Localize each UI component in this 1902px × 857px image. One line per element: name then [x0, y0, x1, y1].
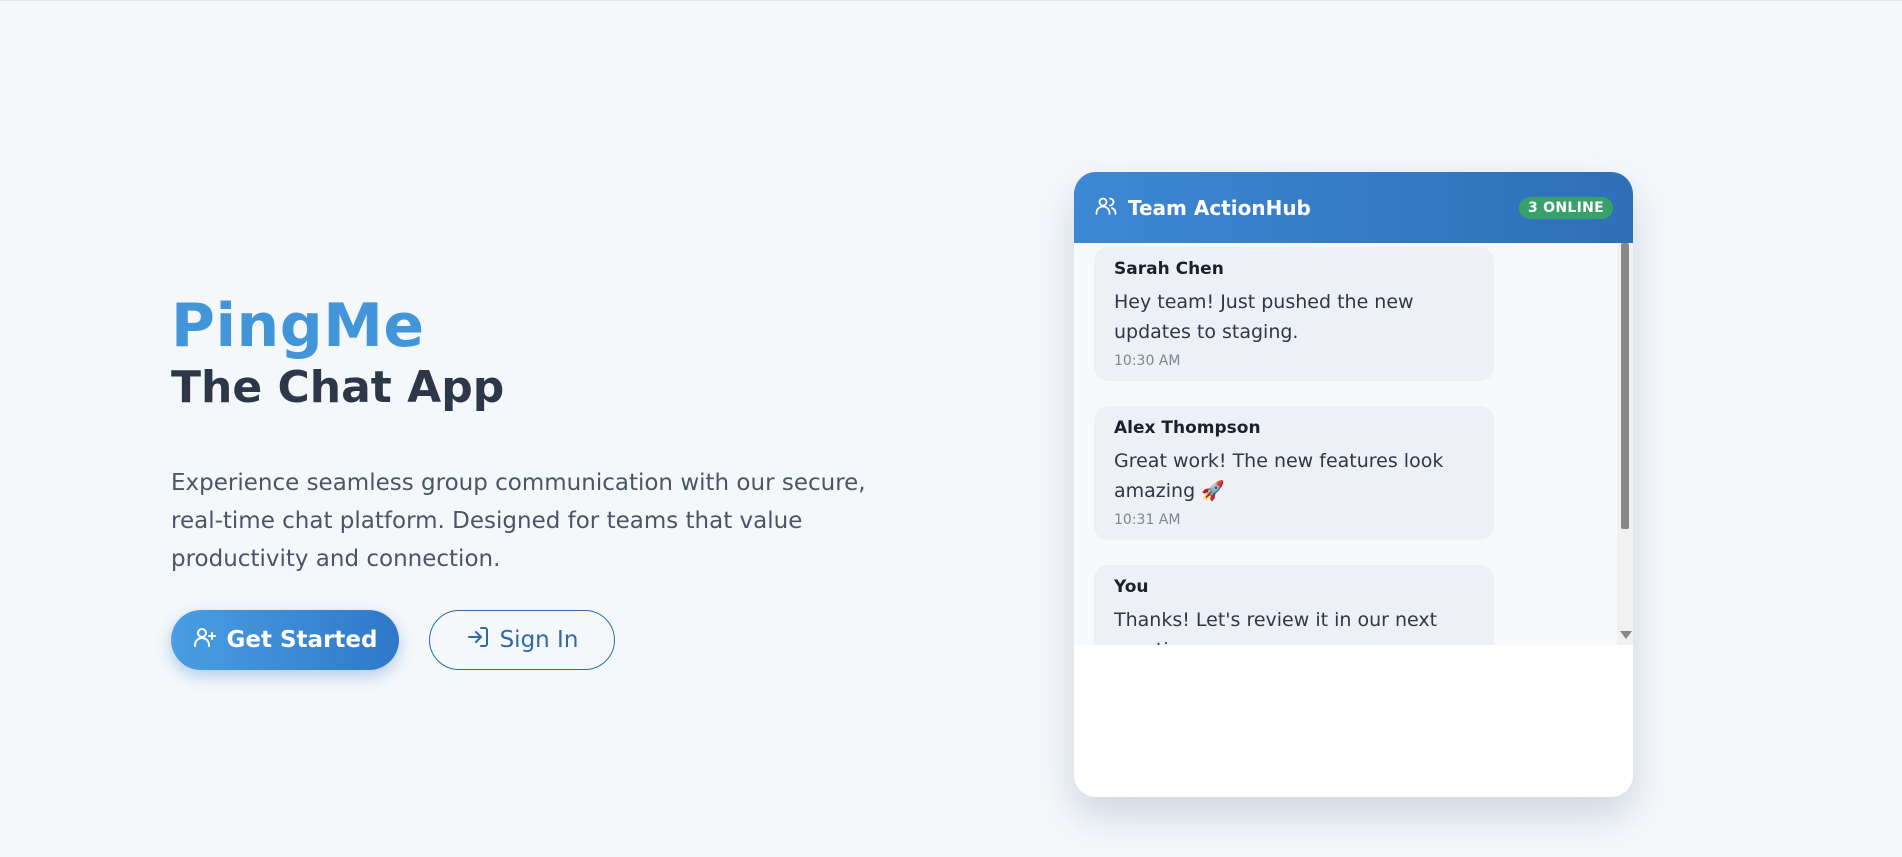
message-text: Great work! The new features look amazin…: [1114, 450, 1444, 502]
scroll-down-arrow-icon[interactable]: [1620, 631, 1632, 639]
get-started-button[interactable]: Get Started: [171, 610, 399, 670]
message-item: You Thanks! Let's review it in our next …: [1094, 565, 1494, 645]
message-sender: You: [1114, 577, 1149, 597]
chat-preview-window: Team ActionHub 3 ONLINE Sarah Chen Hey t…: [1074, 172, 1633, 797]
chat-title: Team ActionHub: [1128, 195, 1311, 220]
brand-title: PingMe: [171, 291, 425, 361]
chat-header: Team ActionHub 3 ONLINE: [1074, 172, 1633, 243]
online-badge: 3 ONLINE: [1518, 196, 1613, 219]
message-scrollbar[interactable]: [1617, 243, 1633, 645]
message-time: 10:30 AM: [1114, 353, 1181, 369]
hero-actions: Get Started Sign In: [171, 610, 931, 670]
message-item: Alex Thompson Great work! The new featur…: [1094, 406, 1494, 540]
chat-composer-area: [1074, 645, 1633, 797]
message-list[interactable]: Sarah Chen Hey team! Just pushed the new…: [1074, 243, 1633, 645]
sign-in-label: Sign In: [499, 627, 579, 653]
message-text: Hey team! Just pushed the new updates to…: [1114, 291, 1414, 343]
message-text: Thanks! Let's review it in our next meet…: [1114, 609, 1438, 645]
hero-section: PingMe The Chat App Experience seamless …: [171, 290, 931, 670]
scrollbar-thumb[interactable]: [1621, 243, 1629, 529]
users-icon: [1094, 194, 1128, 222]
hero-subtitle: The Chat App: [171, 362, 505, 413]
sign-in-button[interactable]: Sign In: [429, 610, 615, 670]
hero-description: Experience seamless group communication …: [171, 470, 866, 572]
message-sender: Sarah Chen: [1114, 259, 1224, 279]
get-started-label: Get Started: [226, 627, 378, 653]
user-plus-icon: [193, 625, 217, 655]
message-sender: Alex Thompson: [1114, 418, 1261, 438]
message-time: 10:31 AM: [1114, 512, 1181, 528]
sign-in-icon: [466, 625, 490, 655]
message-item: Sarah Chen Hey team! Just pushed the new…: [1094, 247, 1494, 381]
top-divider: [0, 0, 1902, 1]
